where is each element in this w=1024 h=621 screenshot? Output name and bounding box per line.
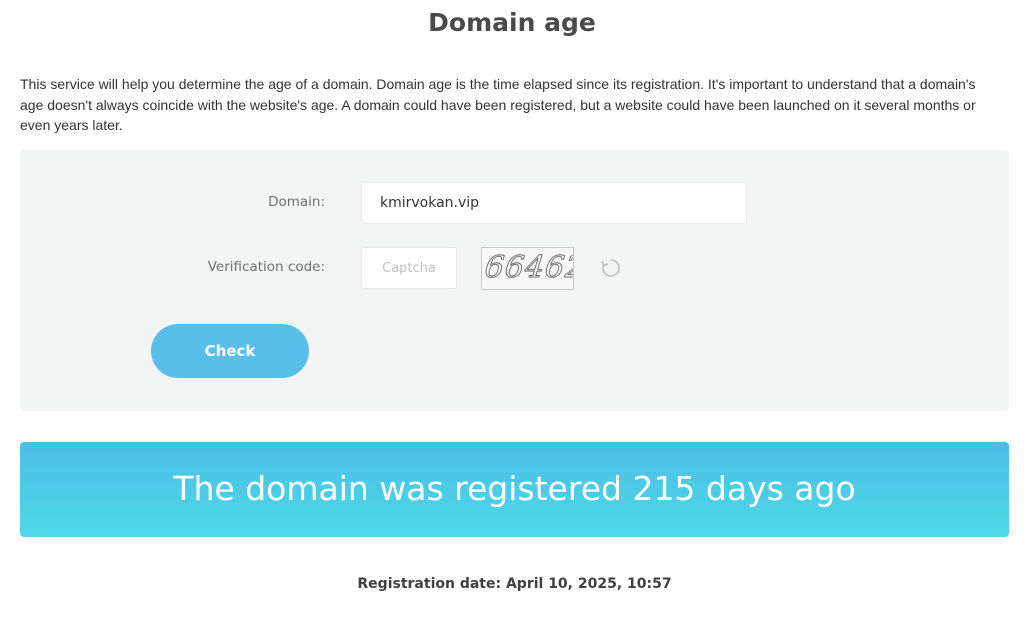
captcha-input[interactable]: [361, 247, 457, 289]
intro-text: This service will help you determine the…: [20, 76, 976, 133]
captcha-image-text: 66462: [483, 250, 574, 286]
domain-age-page: Domain age This service will help you de…: [0, 0, 1024, 621]
check-button[interactable]: Check: [151, 324, 309, 378]
registration-date: Registration date: April 10, 2025, 10:57: [357, 576, 672, 592]
verification-code-label: Verification code:: [207, 259, 325, 275]
domain-label: Domain:: [268, 194, 325, 210]
domain-input[interactable]: [361, 182, 747, 224]
domain-check-form: Domain: Verification code: 66462 Check: [20, 150, 1009, 411]
result-message: The domain was registered 215 days ago: [173, 469, 856, 508]
page-title: Domain age: [428, 8, 596, 37]
refresh-icon[interactable]: [600, 257, 622, 279]
result-banner: The domain was registered 215 days ago: [20, 442, 1009, 537]
captcha-image: 66462: [481, 247, 574, 290]
